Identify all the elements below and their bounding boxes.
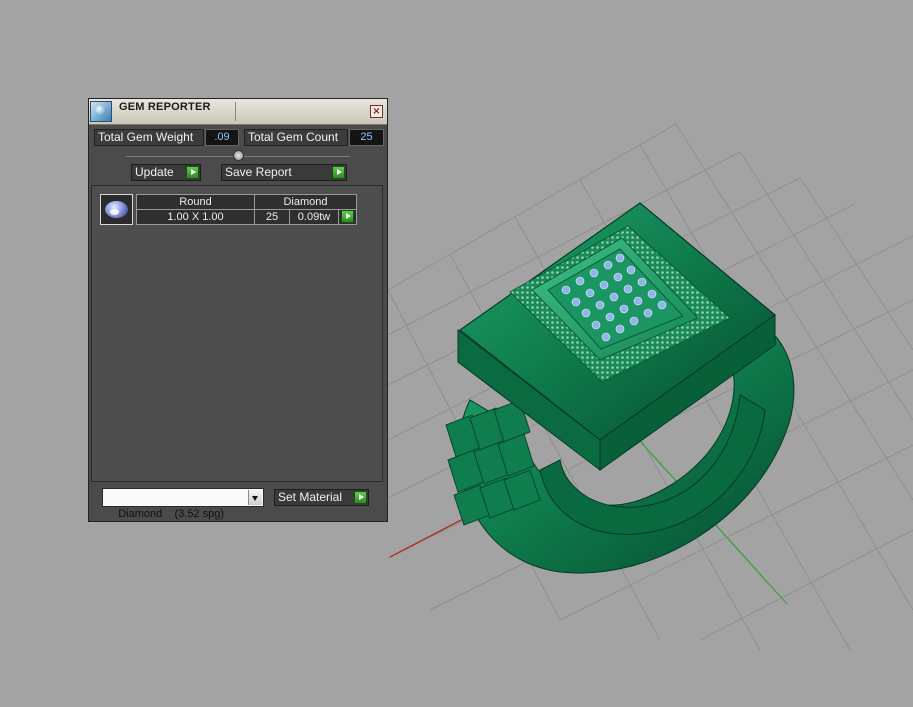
chevron-down-icon[interactable] bbox=[248, 490, 262, 505]
panel-splitter-handle[interactable] bbox=[233, 150, 244, 161]
round-gem-icon bbox=[100, 194, 133, 225]
total-gem-count-value: 25 bbox=[349, 129, 384, 146]
gem-list[interactable]: Round Diamond 1.00 X 1.00 25 0.09tw bbox=[91, 185, 383, 482]
material-select-value: Diamond (3.52 spg) bbox=[118, 508, 225, 520]
play-arrow-icon bbox=[341, 210, 354, 223]
material-select[interactable]: Diamond (3.52 spg) bbox=[102, 488, 264, 520]
gem-reporter-panel: GEM REPORTER × Total Gem Weight .09 Tota… bbox=[88, 98, 388, 522]
gem-reporter-app-icon bbox=[90, 101, 112, 122]
total-gem-count-label: Total Gem Count bbox=[244, 129, 348, 146]
gem-weight: 0.09tw bbox=[289, 209, 339, 225]
close-button[interactable]: × bbox=[370, 105, 383, 118]
gem-size: 1.00 X 1.00 bbox=[136, 209, 255, 225]
gem-material: Diamond bbox=[254, 194, 357, 210]
total-gem-weight-value: .09 bbox=[205, 129, 239, 146]
total-gem-weight-label: Total Gem Weight bbox=[94, 129, 204, 146]
play-arrow-icon bbox=[354, 491, 367, 504]
play-arrow-icon bbox=[332, 166, 345, 179]
gem-count: 25 bbox=[254, 209, 290, 225]
set-material-button[interactable]: Set Material bbox=[274, 489, 369, 506]
save-report-button[interactable]: Save Report bbox=[221, 164, 347, 181]
panel-title: GEM REPORTER bbox=[119, 101, 211, 113]
save-report-button-label: Save Report bbox=[225, 165, 292, 179]
ring-model[interactable] bbox=[445, 202, 795, 574]
update-button[interactable]: Update bbox=[131, 164, 201, 181]
play-arrow-icon bbox=[186, 166, 199, 179]
titlebar-divider bbox=[235, 102, 236, 121]
panel-titlebar[interactable]: GEM REPORTER × bbox=[89, 99, 387, 125]
gem-row-action-button[interactable] bbox=[338, 209, 357, 225]
set-material-button-label: Set Material bbox=[278, 490, 343, 504]
update-button-label: Update bbox=[135, 165, 174, 179]
gem-shape: Round bbox=[136, 194, 255, 210]
